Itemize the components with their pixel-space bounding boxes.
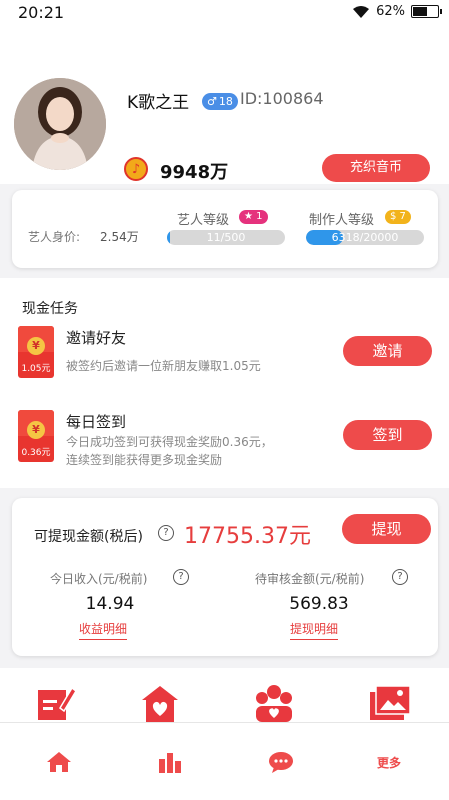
user-level: 18 [218,95,233,108]
home-icon[interactable] [46,751,72,773]
producer-level-title: 制作人等级 [309,213,375,228]
recharge-button[interactable]: 充织音币 [322,154,430,182]
today-income-value: 14.94 [85,594,135,614]
help-icon[interactable]: ? [158,525,174,541]
producer-level-value: 7 [399,211,406,222]
stats-card: 艺人身价: 2.54万 艺人等级 ★ 1 11/500 制作人等级 $ 7 63… [12,190,438,268]
user-level-badge: ♂ 18 [202,93,238,110]
help-icon[interactable]: ? [392,569,408,585]
artist-level-chip: ★ 1 [239,210,268,224]
quick-actions-row [0,668,449,722]
people-heart-icon[interactable] [254,682,294,722]
chart-icon[interactable] [157,751,183,773]
profile-header: K歌之王 ♂ 18 ID:100864 ♪ 9948万 充织音币 [0,26,449,184]
artist-level-title: 艺人等级 [177,213,230,228]
cash-tasks-section: 现金任务 ¥ 1.05元 邀请好友 被签约后邀请一位新朋友赚取1.05元 邀请 … [0,278,449,488]
task-title: 每日签到 [66,413,127,431]
edit-icon[interactable] [36,682,76,722]
chat-icon[interactable] [268,751,294,773]
worth-value: 2.54万 [100,230,139,244]
producer-level-chip: $ 7 [385,210,411,224]
task-desc: 今日成功签到可获得现金奖励0.36元， [66,435,273,449]
withdraw-label: 可提现金额(税后) [34,529,143,545]
withdraw-amount: 17755.37元 [184,524,311,549]
withdraw-card: 可提现金额(税后) ? 17755.37元 提现 今日收入(元/税前) ? 14… [12,498,438,656]
task-reward: 0.36元 [21,448,51,458]
status-bar: 20:21 62% [0,0,449,26]
task-desc-2: 连续签到能获得更多现金奖励 [66,453,223,467]
gender-male-icon: ♂ [207,95,217,108]
artist-level-value: 1 [256,211,263,222]
invite-button[interactable]: 邀请 [343,336,432,366]
task-desc: 被签约后邀请一位新朋友赚取1.05元 [66,359,261,373]
help-icon[interactable]: ? [173,569,189,585]
producer-progress-bar: 6318/20000 [306,230,424,245]
user-id: ID:100864 [240,89,324,108]
income-detail-link[interactable]: 收益明细 [79,620,128,640]
red-envelope-icon: ¥ 0.36元 [18,410,54,462]
task-title: 邀请好友 [66,329,127,347]
wifi-icon [353,5,370,18]
producer-progress-text: 6318/20000 [331,231,399,244]
artist-progress-text: 11/500 [206,231,246,244]
avatar[interactable] [14,78,106,170]
gallery-icon[interactable] [370,682,410,722]
artist-progress-bar: 11/500 [167,230,285,245]
bottom-tab-bar: 更多 [0,722,449,800]
red-envelope-icon: ¥ 1.05元 [18,326,54,378]
worth-label: 艺人身价: [28,230,81,244]
username: K歌之王 [127,93,190,113]
status-time: 20:21 [18,3,65,22]
coin-balance: 9948万 [160,162,229,183]
house-heart-icon[interactable] [140,682,180,722]
battery-icon [411,5,442,18]
withdraw-detail-link[interactable]: 提现明细 [290,620,339,640]
withdraw-button[interactable]: 提现 [342,514,431,544]
pending-value: 569.83 [289,594,349,614]
today-income-label: 今日收入(元/税前) [50,572,148,586]
section-title: 现金任务 [22,301,78,317]
pending-label: 待审核金额(元/税前) [255,572,365,586]
battery-percent: 62% [376,4,405,19]
coin-icon: ♪ [124,157,148,181]
tab-more[interactable]: 更多 [377,754,401,771]
task-reward: 1.05元 [21,364,51,374]
checkin-button[interactable]: 签到 [343,420,432,450]
